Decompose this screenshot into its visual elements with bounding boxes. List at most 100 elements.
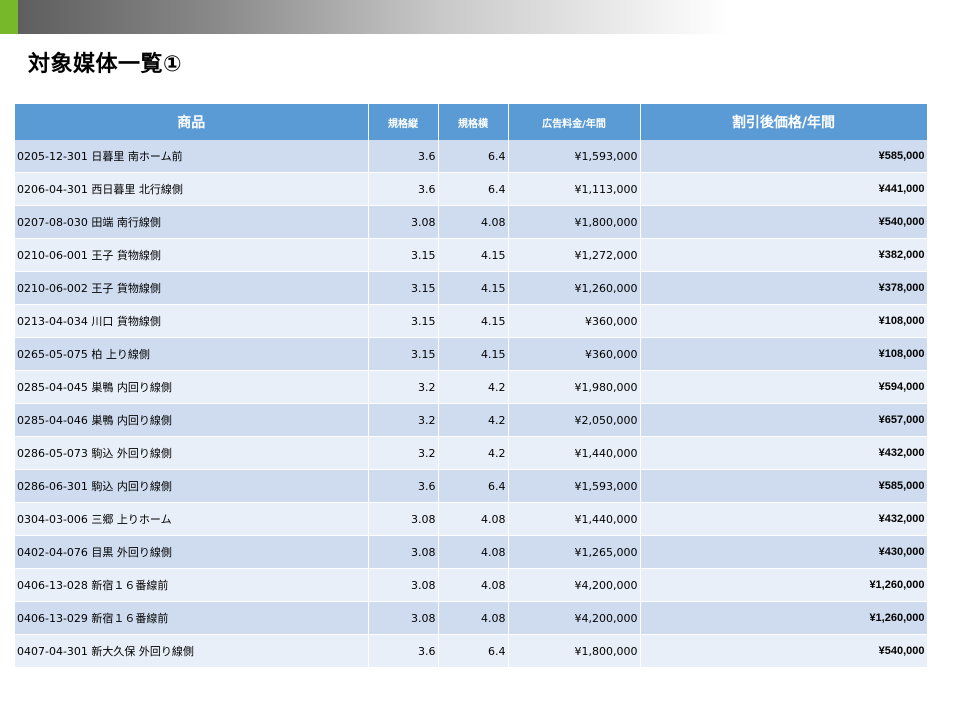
cell-discount-price: ¥432,000 (640, 436, 928, 470)
cell-width: 6.4 (438, 172, 509, 206)
cell-product-name: 0206-04-301 西日暮里 北行線側 (15, 172, 369, 206)
cell-product-name: 0286-06-301 駒込 内回り線側 (15, 469, 369, 503)
cell-width: 4.2 (438, 436, 509, 470)
cell-discount-price: ¥432,000 (640, 502, 928, 536)
cell-product-name: 0210-06-001 王子 貨物線側 (15, 238, 369, 272)
cell-discount-price: ¥540,000 (640, 634, 928, 668)
cell-ad-fee: ¥1,593,000 (508, 140, 641, 173)
cell-discount-price: ¥657,000 (640, 403, 928, 437)
cell-ad-fee: ¥1,800,000 (508, 205, 641, 239)
cell-product-name: 0285-04-045 巣鴨 内回り線側 (15, 370, 369, 404)
cell-width: 6.4 (438, 634, 509, 668)
cell-width: 4.08 (438, 568, 509, 602)
cell-height: 3.08 (368, 502, 439, 536)
cell-product-name: 0402-04-076 目黒 外回り線側 (15, 535, 369, 569)
cell-product-name: 0304-03-006 三郷 上りホーム (15, 502, 369, 536)
cell-discount-price: ¥430,000 (640, 535, 928, 569)
cell-product-name: 0407-04-301 新大久保 外回り線側 (15, 634, 369, 668)
cell-height: 3.15 (368, 337, 439, 371)
cell-product-name: 0205-12-301 日暮里 南ホーム前 (15, 140, 369, 173)
cell-discount-price: ¥585,000 (640, 469, 928, 503)
cell-discount-price: ¥540,000 (640, 205, 928, 239)
cell-discount-price: ¥108,000 (640, 337, 928, 371)
cell-width: 4.08 (438, 502, 509, 536)
cell-width: 4.15 (438, 337, 509, 371)
cell-height: 3.08 (368, 601, 439, 635)
table-row: 0402-04-076 目黒 外回り線側 3.08 4.08 ¥1,265,000 ¥4… (15, 535, 928, 569)
cell-height: 3.2 (368, 403, 439, 437)
cell-ad-fee: ¥1,440,000 (508, 502, 641, 536)
cell-ad-fee: ¥1,113,000 (508, 172, 641, 206)
cell-discount-price: ¥594,000 (640, 370, 928, 404)
cell-product-name: 0210-06-002 王子 貨物線側 (15, 271, 369, 305)
table-row: 0265-05-075 柏 上り線側 3.15 4.15 ¥360,000 ¥108,0… (15, 337, 928, 371)
cell-height: 3.15 (368, 304, 439, 338)
cell-ad-fee: ¥4,200,000 (508, 601, 641, 635)
cell-height: 3.6 (368, 172, 439, 206)
table-header-row: 商品 規格縦 規格横 広告料金/年間 割引後価格/年間 (15, 104, 928, 140)
header-discount-price: 割引後価格/年間 (640, 104, 928, 140)
table-row: 0304-03-006 三郷 上りホーム 3.08 4.08 ¥1,440,000 ¥4… (15, 502, 928, 536)
cell-ad-fee: ¥1,593,000 (508, 469, 641, 503)
header-product: 商品 (15, 104, 369, 140)
cell-width: 4.2 (438, 403, 509, 437)
cell-height: 3.08 (368, 535, 439, 569)
cell-ad-fee: ¥1,272,000 (508, 238, 641, 272)
cell-discount-price: ¥585,000 (640, 140, 928, 173)
cell-ad-fee: ¥1,260,000 (508, 271, 641, 305)
table-row: 0210-06-002 王子 貨物線側 3.15 4.15 ¥1,260,000 ¥37… (15, 271, 928, 305)
cell-ad-fee: ¥1,265,000 (508, 535, 641, 569)
cell-width: 6.4 (438, 469, 509, 503)
cell-product-name: 0406-13-028 新宿１６番線前 (15, 568, 369, 602)
cell-product-name: 0213-04-034 川口 貨物線側 (15, 304, 369, 338)
table-row: 0406-13-028 新宿１６番線前 3.08 4.08 ¥4,200,000 ¥1,… (15, 568, 928, 602)
table-row: 0285-04-045 巣鴨 内回り線側 3.2 4.2 ¥1,980,000 ¥594… (15, 370, 928, 404)
cell-width: 4.08 (438, 205, 509, 239)
page-title: 対象媒体一覧① (28, 52, 183, 77)
cell-ad-fee: ¥360,000 (508, 337, 641, 371)
table-row: 0213-04-034 川口 貨物線側 3.15 4.15 ¥360,000 ¥108,… (15, 304, 928, 338)
header-width: 規格横 (438, 104, 509, 140)
cell-ad-fee: ¥360,000 (508, 304, 641, 338)
cell-height: 3.6 (368, 140, 439, 173)
cell-height: 3.6 (368, 469, 439, 503)
cell-ad-fee: ¥2,050,000 (508, 403, 641, 437)
cell-height: 3.08 (368, 205, 439, 239)
cell-height: 3.08 (368, 568, 439, 602)
table-row: 0407-04-301 新大久保 外回り線側 3.6 6.4 ¥1,800,000 ¥5… (15, 634, 928, 668)
cell-product-name: 0406-13-029 新宿１６番線前 (15, 601, 369, 635)
table-row: 0286-05-073 駒込 外回り線側 3.2 4.2 ¥1,440,000 ¥432… (15, 436, 928, 470)
cell-height: 3.2 (368, 370, 439, 404)
media-table: 商品 規格縦 規格横 広告料金/年間 割引後価格/年間 0205-12-301 … (15, 104, 928, 668)
table-row: 0206-04-301 西日暮里 北行線側 3.6 6.4 ¥1,113,000 ¥44… (15, 172, 928, 206)
cell-width: 4.2 (438, 370, 509, 404)
cell-ad-fee: ¥4,200,000 (508, 568, 641, 602)
cell-ad-fee: ¥1,440,000 (508, 436, 641, 470)
cell-product-name: 0286-05-073 駒込 外回り線側 (15, 436, 369, 470)
table-row: 0406-13-029 新宿１６番線前 3.08 4.08 ¥4,200,000 ¥1,… (15, 601, 928, 635)
top-accent-bar (0, 0, 18, 34)
cell-width: 4.15 (438, 238, 509, 272)
header-height: 規格縦 (368, 104, 439, 140)
cell-height: 3.15 (368, 271, 439, 305)
cell-product-name: 0265-05-075 柏 上り線側 (15, 337, 369, 371)
table-row: 0285-04-046 巣鴨 内回り線側 3.2 4.2 ¥2,050,000 ¥657… (15, 403, 928, 437)
cell-product-name: 0207-08-030 田端 南行線側 (15, 205, 369, 239)
cell-width: 4.15 (438, 304, 509, 338)
table-row: 0286-06-301 駒込 内回り線側 3.6 6.4 ¥1,593,000 ¥585… (15, 469, 928, 503)
cell-width: 6.4 (438, 140, 509, 173)
top-gradient-band (0, 0, 730, 34)
cell-discount-price: ¥382,000 (640, 238, 928, 272)
cell-width: 4.08 (438, 535, 509, 569)
cell-height: 3.15 (368, 238, 439, 272)
cell-discount-price: ¥1,260,000 (640, 601, 928, 635)
cell-product-name: 0285-04-046 巣鴨 内回り線側 (15, 403, 369, 437)
cell-height: 3.2 (368, 436, 439, 470)
cell-ad-fee: ¥1,980,000 (508, 370, 641, 404)
cell-width: 4.15 (438, 271, 509, 305)
cell-width: 4.08 (438, 601, 509, 635)
header-ad-fee: 広告料金/年間 (508, 104, 641, 140)
cell-discount-price: ¥1,260,000 (640, 568, 928, 602)
cell-ad-fee: ¥1,800,000 (508, 634, 641, 668)
table-row: 0210-06-001 王子 貨物線側 3.15 4.15 ¥1,272,000 ¥38… (15, 238, 928, 272)
